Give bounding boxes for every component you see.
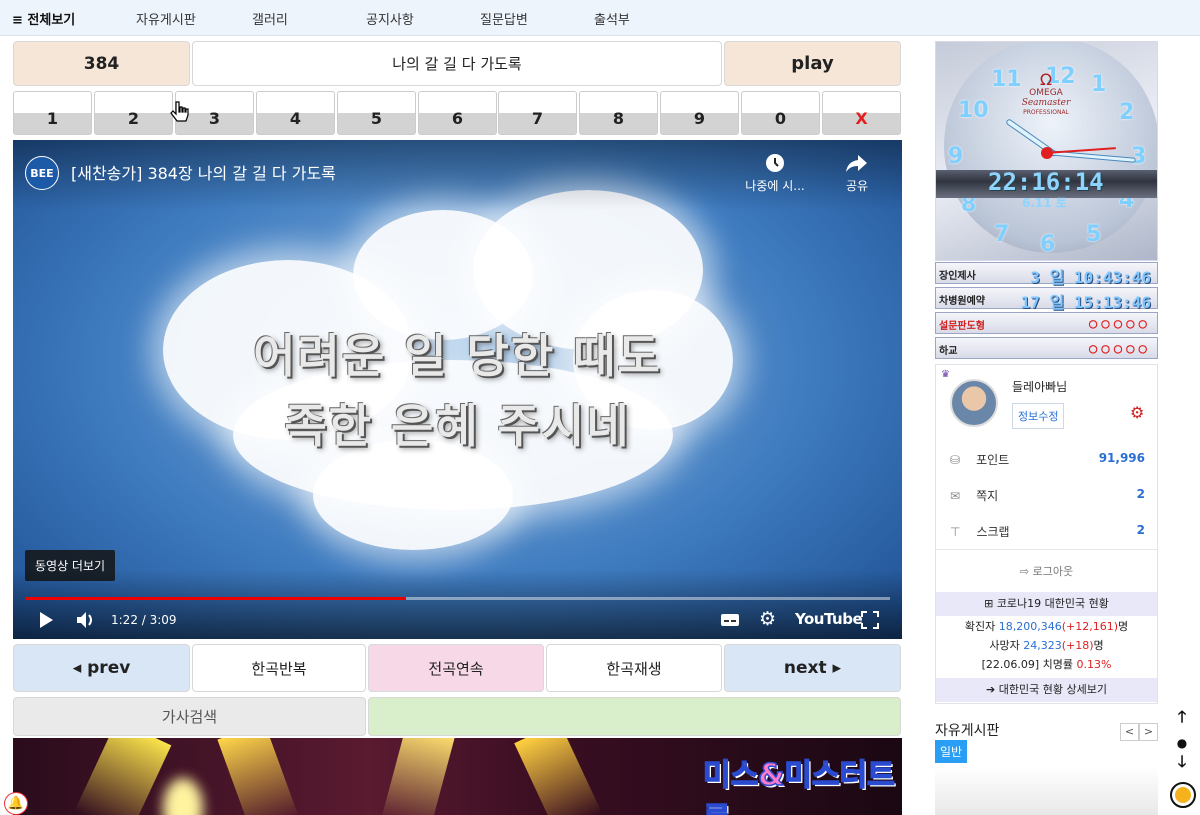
- lyric-line-2: 족한 은혜 주시네: [284, 399, 631, 453]
- video-title[interactable]: [새찬송가] 384장 나의 갈 길 다 가도록: [71, 160, 336, 184]
- logout-button[interactable]: ⇨ 로그아웃: [936, 563, 1157, 579]
- channel-avatar[interactable]: BEE: [25, 156, 59, 190]
- points-row[interactable]: ⛁ 포인트 91,996: [950, 451, 1145, 468]
- share-button[interactable]: 공유: [835, 152, 879, 194]
- clock-time: 22:16:14: [988, 168, 1104, 196]
- hand-cursor-icon: [170, 101, 189, 122]
- repeat-one-button[interactable]: 한곡반복: [192, 644, 366, 692]
- scroll-top-button[interactable]: 🡑: [1170, 707, 1194, 731]
- key-9[interactable]: 9: [660, 91, 739, 135]
- board-next-button[interactable]: >: [1139, 723, 1158, 741]
- clock-date: 6.11 토: [1022, 196, 1067, 210]
- notification-bell-icon[interactable]: 🔔: [4, 792, 28, 815]
- plus-square-icon: ⊞: [984, 597, 997, 610]
- timer-row: 장인제사 3 일 10:43:46: [935, 262, 1158, 287]
- settings-icon[interactable]: ⚙: [759, 608, 776, 630]
- share-icon: [846, 155, 867, 172]
- timer-row: 하교 ○○○○○: [935, 337, 1158, 359]
- logout-icon: ⇨: [1019, 565, 1033, 578]
- next-button[interactable]: next ▸: [724, 644, 901, 692]
- subtitles-icon[interactable]: [720, 612, 740, 628]
- lyrics-search-area[interactable]: [368, 697, 901, 736]
- pin-icon: ⊤: [950, 525, 961, 539]
- avatar[interactable]: [950, 379, 998, 427]
- nav-item-notice[interactable]: 공지사항: [366, 9, 414, 28]
- play-button[interactable]: play: [724, 41, 901, 86]
- gear-icon[interactable]: ⚙: [1130, 403, 1144, 422]
- key-6[interactable]: 6: [418, 91, 497, 135]
- nav-item-attendance[interactable]: 출석부: [594, 9, 630, 28]
- timer-row: 차병원예약 17 일 15:13:46: [935, 287, 1158, 312]
- board-tab-general[interactable]: 일반: [935, 740, 968, 763]
- watch-later-button[interactable]: 나중에 시...: [735, 152, 815, 194]
- video-progress-fill: [25, 597, 406, 600]
- member-name[interactable]: 들레아빠님: [1012, 378, 1067, 395]
- video-progress-bar[interactable]: [25, 597, 890, 600]
- board-title[interactable]: 자유게시판: [935, 720, 999, 740]
- theme-toggle-button[interactable]: [1170, 782, 1196, 808]
- board-prev-button[interactable]: <: [1120, 723, 1139, 741]
- key-1[interactable]: 1: [13, 91, 92, 135]
- covid-stats: 확진자 18,200,346(+12,161)명 사망자 24,323(+18)…: [964, 620, 1129, 671]
- messages-row[interactable]: ✉ 쪽지 2: [950, 487, 1145, 504]
- member-level-icon: ♛: [941, 369, 950, 380]
- youtube-logo[interactable]: YouTube: [795, 610, 863, 628]
- play-one-button[interactable]: 한곡재생: [546, 644, 722, 692]
- arrow-right-icon: ➔: [986, 683, 999, 696]
- key-0[interactable]: 0: [741, 91, 820, 135]
- key-clear[interactable]: X: [822, 91, 901, 135]
- play-icon[interactable]: [37, 610, 55, 630]
- clock-icon: [766, 154, 784, 172]
- scroll-bottom-button[interactable]: 🡓: [1170, 752, 1194, 776]
- banner-logo: 미스&미스터트롯: [702, 757, 895, 815]
- nav-all-menu[interactable]: ≡ 전체보기: [12, 9, 75, 28]
- play-all-button[interactable]: 전곡연속: [368, 644, 544, 692]
- volume-icon[interactable]: [75, 610, 99, 630]
- key-7[interactable]: 7: [498, 91, 577, 135]
- omega-icon: Ω: [1039, 70, 1053, 89]
- video-player[interactable]: BEE [새찬송가] 384장 나의 갈 길 다 가도록 나중에 시... 공유…: [13, 140, 902, 639]
- timer-row: 설문판도형 ○○○○○: [935, 312, 1158, 334]
- song-number-display: 384: [13, 41, 190, 86]
- clock-widget: 12 1 2 3 4 5 6 7 8 9 10 11 Ω OMEGA Seama…: [935, 41, 1158, 261]
- key-4[interactable]: 4: [256, 91, 335, 135]
- covid-detail-link[interactable]: ➔ 대한민국 현황 상세보기: [936, 678, 1157, 702]
- covid-header: ⊞ 코로나19 대한민국 현황: [936, 592, 1157, 616]
- nav-item-free-board[interactable]: 자유게시판: [136, 9, 196, 28]
- database-icon: ⛁: [950, 453, 961, 467]
- trot-banner[interactable]: 미스&미스터트롯: [13, 738, 902, 815]
- video-time: 1:22 / 3:09: [111, 613, 177, 627]
- lyrics-search-button[interactable]: 가사검색: [13, 697, 366, 736]
- edit-profile-button[interactable]: 정보수정: [1012, 403, 1065, 429]
- nav-item-qna[interactable]: 질문답변: [480, 9, 528, 28]
- top-nav: ≡ 전체보기 자유게시판 갤러리 공지사항 질문답변 출석부: [0, 0, 1200, 36]
- nav-item-gallery[interactable]: 갤러리: [252, 9, 288, 28]
- key-8[interactable]: 8: [579, 91, 658, 135]
- scrap-row[interactable]: ⊤ 스크랩 2: [950, 523, 1145, 540]
- prev-button[interactable]: ◂ prev: [13, 644, 190, 692]
- envelope-icon: ✉: [950, 489, 961, 503]
- song-title-display: 나의 갈 길 다 가도록: [192, 41, 722, 86]
- key-5[interactable]: 5: [337, 91, 416, 135]
- key-2[interactable]: 2: [94, 91, 173, 135]
- lyric-line-1: 어려운 일 당한 때도: [253, 329, 662, 383]
- fullscreen-icon[interactable]: [861, 611, 879, 629]
